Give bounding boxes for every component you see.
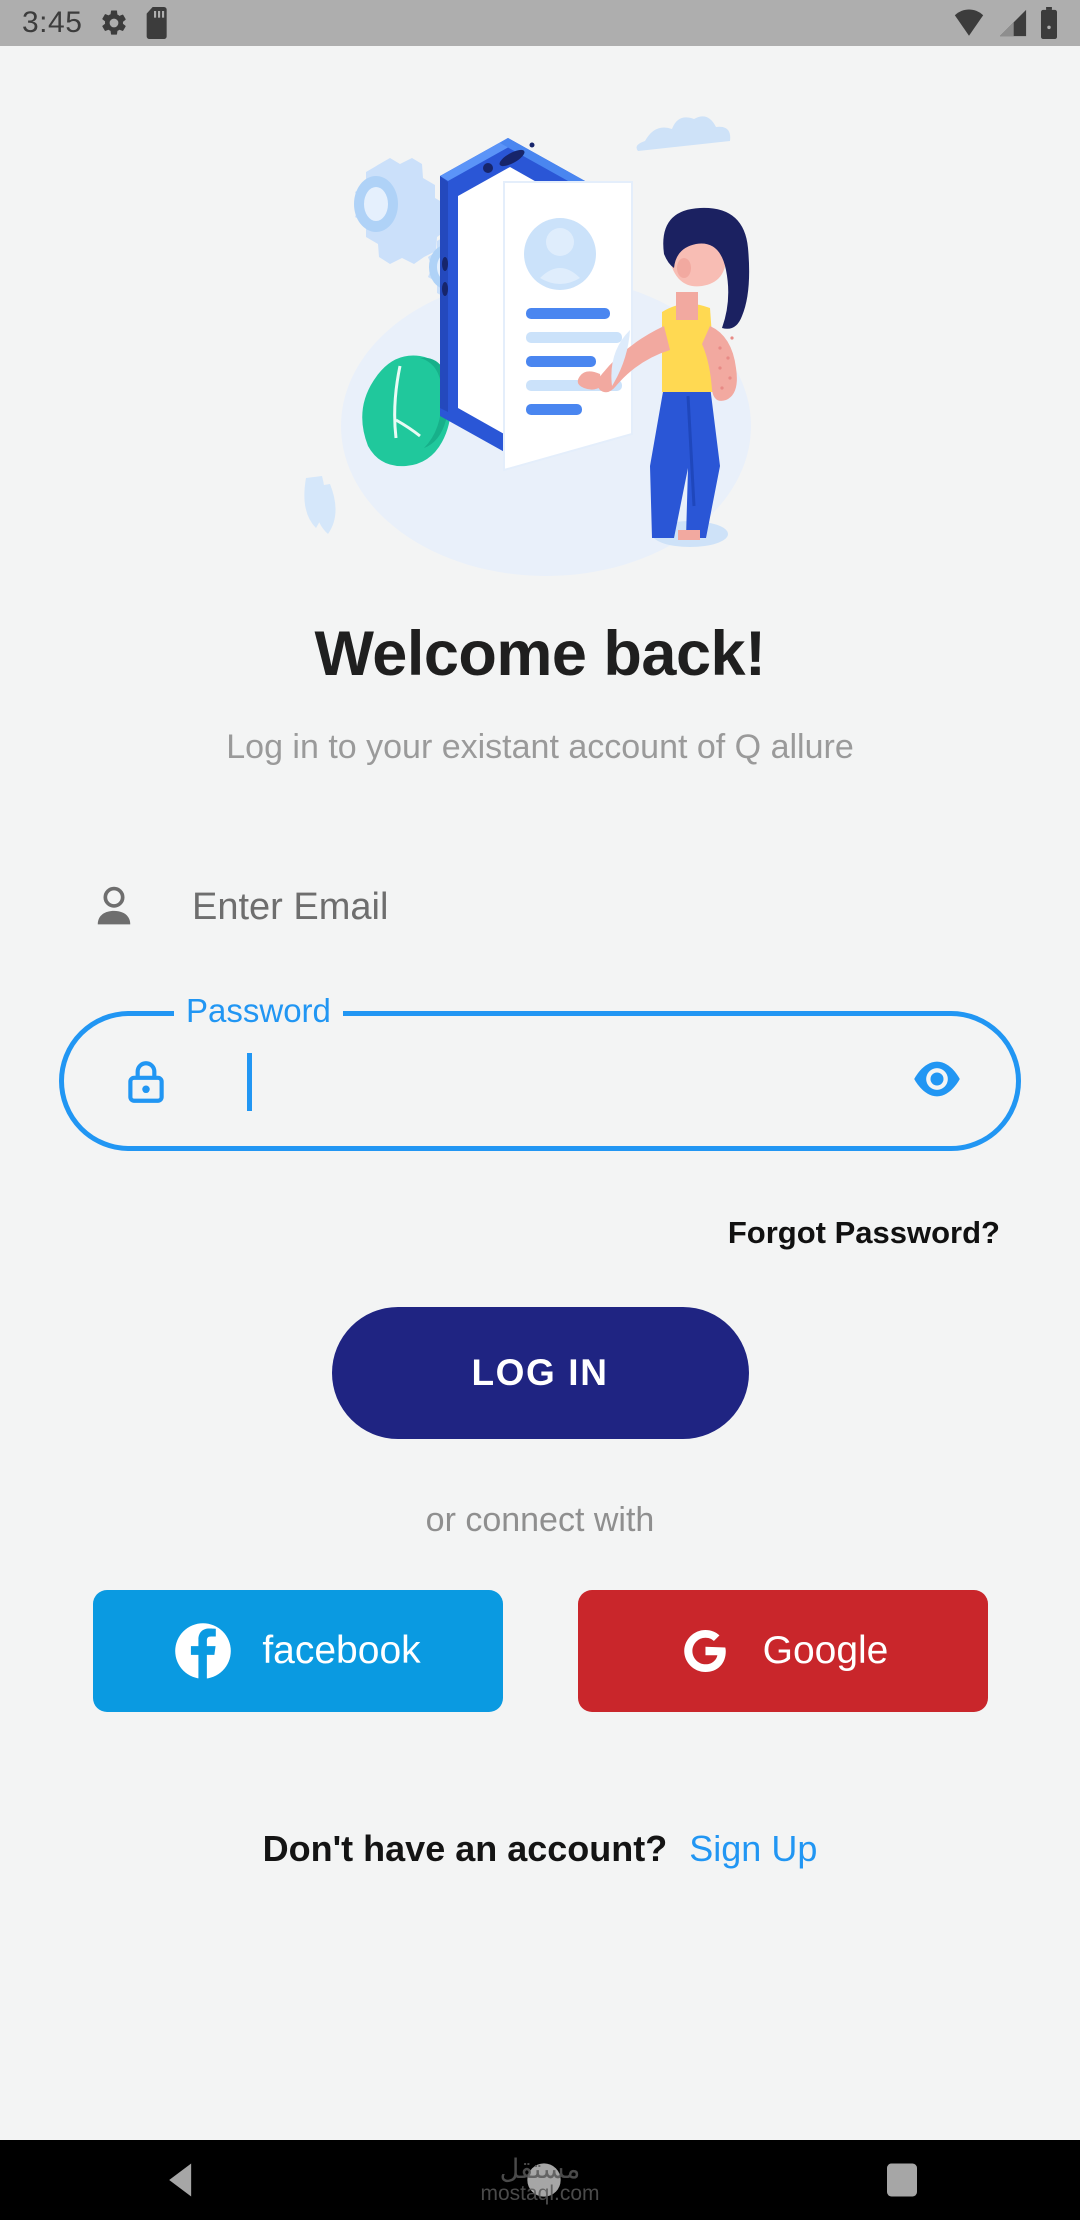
facebook-login-button[interactable]: facebook	[92, 1590, 503, 1712]
leaf-decor	[304, 476, 336, 534]
home-button[interactable]	[524, 2160, 564, 2200]
password-text-cursor	[247, 1053, 252, 1111]
forgot-password-link[interactable]: Forgot Password?	[0, 1215, 1000, 1251]
eye-icon[interactable]	[911, 1059, 963, 1099]
login-screen: Welcome back! Log in to your existant ac…	[0, 46, 1080, 2140]
android-navigation-bar: مستقل mostaql.com	[0, 2140, 1080, 2220]
signup-link[interactable]: Sign Up	[689, 1828, 817, 1870]
person-icon	[97, 886, 131, 925]
cloud-icon	[636, 116, 731, 151]
wifi-icon	[954, 9, 984, 36]
illustration-svg	[304, 116, 751, 576]
status-bar-right	[952, 7, 1058, 39]
recents-button[interactable]	[884, 2159, 920, 2201]
social-login-row: facebook Google	[0, 1590, 1080, 1712]
login-button[interactable]: LOG IN	[331, 1307, 749, 1439]
google-icon	[683, 1630, 726, 1672]
email-input-placeholder[interactable]: Enter Email	[192, 886, 388, 929]
page-title: Welcome back!	[314, 619, 766, 689]
email-field[interactable]: Enter Email	[88, 863, 918, 951]
lock-icon	[128, 1061, 164, 1103]
google-login-button[interactable]: Google	[577, 1590, 988, 1712]
signup-row: Don't have an account? Sign Up	[0, 1828, 1080, 1870]
gear-icon	[102, 10, 127, 35]
facebook-login-label: facebook	[262, 1629, 421, 1672]
login-illustration	[0, 46, 1080, 626]
status-bar-left: 3:45	[22, 6, 170, 40]
page-subtitle: Log in to your existant account of Q all…	[226, 728, 854, 766]
cellular-signal-icon	[999, 9, 1027, 37]
password-field-label: Password	[174, 987, 343, 1035]
profile-card	[503, 181, 633, 472]
signup-question: Don't have an account?	[262, 1828, 668, 1869]
facebook-icon	[175, 1623, 232, 1680]
google-login-label: Google	[762, 1629, 889, 1672]
status-bar: 3:45	[0, 0, 1080, 46]
status-time: 3:45	[22, 6, 83, 39]
back-button[interactable]	[160, 2157, 204, 2203]
battery-icon	[1041, 7, 1057, 39]
or-connect-label: or connect with	[425, 1501, 655, 1539]
sd-card-icon	[147, 7, 168, 39]
password-field[interactable]: Password	[59, 987, 1021, 1151]
